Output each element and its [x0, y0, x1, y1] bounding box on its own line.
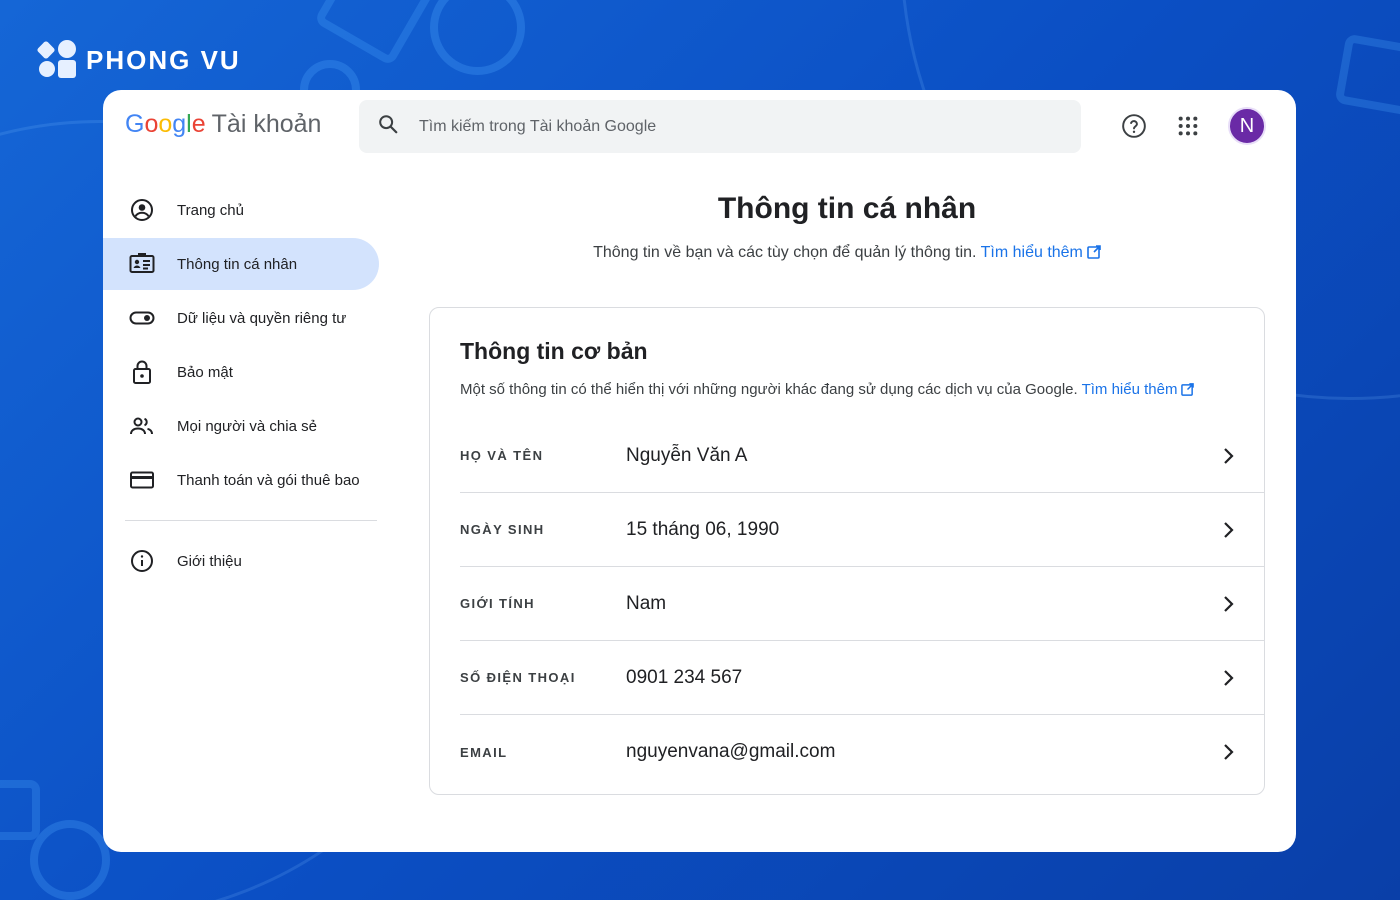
row-label: GIỚI TÍNH	[460, 596, 535, 611]
card-learn-more-label: Tìm hiểu thêm	[1081, 381, 1178, 398]
lock-icon	[129, 359, 155, 385]
info-rows: HỌ VÀ TÊN Nguyễn Văn A NGÀY SINH 15 thán…	[460, 419, 1264, 789]
row-phone[interactable]: SỐ ĐIỆN THOẠI 0901 234 567	[460, 641, 1264, 715]
google-logo-letter: G	[125, 110, 145, 138]
top-actions: N	[1120, 107, 1266, 145]
sidebar-item-label: Mọi người và chia sẻ	[177, 417, 317, 435]
search-input[interactable]	[419, 117, 1019, 136]
top-bar: Google Tài khoản N	[103, 90, 1296, 164]
row-birthday[interactable]: NGÀY SINH 15 tháng 06, 1990	[460, 493, 1264, 567]
people-icon	[129, 413, 155, 439]
external-link-icon	[1087, 245, 1101, 264]
external-link-icon	[1181, 383, 1195, 400]
chevron-right-icon	[1194, 743, 1264, 761]
row-label: NGÀY SINH	[460, 522, 545, 537]
credit-card-icon	[129, 467, 155, 493]
account-label: Tài khoản	[211, 110, 322, 138]
sidebar-item-label: Trang chủ	[177, 201, 244, 219]
google-logo-letter: o	[144, 110, 159, 138]
google-logo: Google	[125, 110, 206, 139]
sidebar-item-about[interactable]: Giới thiệu	[103, 535, 379, 587]
brand-name: PHONG VU	[86, 44, 241, 75]
row-email[interactable]: EMAIL nguyenvana@gmail.com	[460, 715, 1264, 789]
row-value: Nam	[626, 592, 667, 614]
sidebar-item-people-sharing[interactable]: Mọi người và chia sẻ	[103, 400, 379, 452]
row-value: Nguyễn Văn A	[626, 444, 748, 466]
learn-more-label: Tìm hiểu thêm	[980, 244, 1083, 261]
google-logo-letter: e	[191, 110, 206, 138]
google-logo-letter: g	[172, 110, 187, 138]
row-value: 15 tháng 06, 1990	[626, 518, 780, 540]
row-value: nguyenvana@gmail.com	[626, 741, 836, 762]
avatar[interactable]: N	[1228, 107, 1266, 145]
account-circle-icon	[129, 197, 155, 223]
sidebar-item-label: Giới thiệu	[177, 552, 242, 570]
google-account-title[interactable]: Google Tài khoản	[125, 110, 321, 139]
sidebar-item-payments[interactable]: Thanh toán và gói thuê bao	[103, 454, 379, 506]
sidebar-divider	[125, 520, 377, 521]
row-full-name[interactable]: HỌ VÀ TÊN Nguyễn Văn A	[460, 419, 1264, 493]
card-title: Thông tin cơ bản	[460, 338, 648, 364]
google-logo-letter: o	[158, 110, 173, 138]
info-icon	[129, 548, 155, 574]
card-subtitle-text: Một số thông tin có thể hiển thị với nhữ…	[460, 381, 1078, 398]
id-card-icon	[129, 251, 155, 277]
row-label: HỌ VÀ TÊN	[460, 448, 544, 463]
phong-vu-brand: PHONG VU	[36, 40, 241, 80]
chevron-right-icon	[1194, 595, 1264, 613]
chevron-right-icon	[1194, 521, 1264, 539]
chevron-right-icon	[1194, 669, 1264, 687]
help-circle-icon[interactable]	[1120, 112, 1148, 140]
chevron-right-icon	[1194, 447, 1264, 465]
phong-vu-logo-icon	[36, 40, 78, 80]
search-icon[interactable]	[377, 113, 399, 140]
google-account-window: Google Tài khoản N	[103, 90, 1296, 852]
page-subtitle-text: Thông tin về bạn và các tùy chọn để quản…	[593, 244, 977, 261]
page-title: Thông tin cá nhân	[717, 192, 977, 225]
sidebar-item-personal-info[interactable]: Thông tin cá nhân	[103, 238, 379, 290]
sidebar-item-label: Thông tin cá nhân	[177, 255, 298, 273]
row-value: 0901 234 567	[626, 666, 743, 688]
card-subtitle: Một số thông tin có thể hiển thị với nhữ…	[460, 381, 1195, 400]
sidebar-item-security[interactable]: Bảo mật	[103, 346, 379, 398]
page-subtitle: Thông tin về bạn và các tùy chọn để quản…	[429, 244, 1265, 264]
row-gender[interactable]: GIỚI TÍNH Nam	[460, 567, 1264, 641]
row-label: EMAIL	[460, 744, 508, 760]
sidebar-item-home[interactable]: Trang chủ	[103, 184, 379, 236]
sidebar-item-label: Thanh toán và gói thuê bao	[177, 471, 360, 489]
sidebar-nav: Trang chủ Thông tin cá nhân Dữ liệu và q…	[103, 184, 393, 589]
main-content: Thông tin cá nhân Thông tin về bạn và cá…	[429, 184, 1265, 795]
learn-more-link[interactable]: Tìm hiểu thêm	[981, 244, 1101, 261]
apps-grid-icon[interactable]	[1174, 112, 1202, 140]
toggle-icon	[129, 305, 155, 331]
sidebar-item-label: Dữ liệu và quyền riêng tư	[177, 309, 347, 327]
row-label: SỐ ĐIỆN THOẠI	[460, 670, 576, 685]
card-learn-more-link[interactable]: Tìm hiểu thêm	[1082, 381, 1195, 398]
basic-info-card: Thông tin cơ bản Một số thông tin có thể…	[429, 307, 1265, 795]
sidebar-item-label: Bảo mật	[177, 363, 233, 381]
sidebar-item-data-privacy[interactable]: Dữ liệu và quyền riêng tư	[103, 292, 379, 344]
search-bar[interactable]	[359, 100, 1081, 153]
